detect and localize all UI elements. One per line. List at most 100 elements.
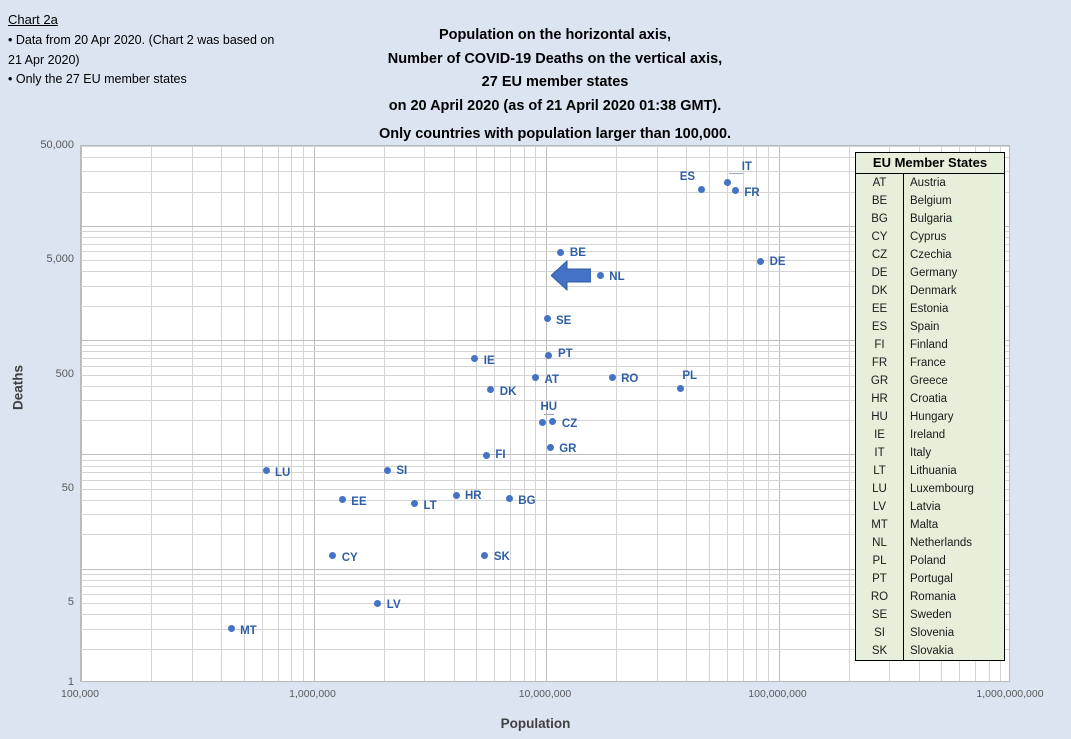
legend-table: EU Member States AT Austria BE Belgium BG Bul… bbox=[855, 152, 1005, 661]
legend-code: FR bbox=[856, 354, 904, 372]
legend-country-name: Netherlands bbox=[910, 537, 973, 549]
legend-code: ES bbox=[856, 318, 904, 336]
data-point-si[interactable] bbox=[383, 467, 391, 475]
legend-row: SI Slovenia bbox=[856, 624, 1004, 642]
legend-row: PL Poland bbox=[856, 552, 1004, 570]
data-point-pt[interactable] bbox=[544, 351, 552, 359]
legend-code: SE bbox=[856, 606, 904, 624]
data-point-pl[interactable] bbox=[676, 384, 684, 392]
data-point-fi[interactable] bbox=[482, 451, 490, 459]
data-point-gr[interactable] bbox=[546, 443, 554, 451]
legend-country-name: Austria bbox=[910, 177, 946, 189]
y-tick-label: 1 bbox=[67, 676, 74, 688]
data-point-ee[interactable] bbox=[338, 496, 346, 504]
legend-row: SE Sweden bbox=[856, 606, 1004, 624]
data-label-se: SE bbox=[556, 314, 572, 327]
legend-row: FI Finland bbox=[856, 336, 1004, 354]
data-point-lu[interactable] bbox=[262, 467, 270, 475]
legend-country-name: Finland bbox=[910, 339, 948, 351]
data-label-pt: PT bbox=[558, 348, 573, 361]
legend-country-name: Luxembourg bbox=[910, 483, 974, 495]
legend-code: AT bbox=[856, 174, 904, 192]
data-point-ie[interactable] bbox=[471, 355, 479, 363]
data-label-it: IT bbox=[741, 161, 752, 174]
data-point-bg[interactable] bbox=[505, 495, 513, 503]
data-point-lv[interactable] bbox=[374, 599, 382, 607]
legend-code: HU bbox=[856, 408, 904, 426]
data-label-fr: FR bbox=[744, 186, 760, 199]
data-point-de[interactable] bbox=[757, 258, 765, 266]
legend-country-name: Slovenia bbox=[910, 627, 955, 639]
legend-country-name: Hungary bbox=[910, 411, 954, 423]
data-point-at[interactable] bbox=[532, 374, 539, 382]
data-label-gr: GR bbox=[559, 443, 577, 456]
legend-country-name: France bbox=[910, 357, 946, 369]
x-tick-label: 1,000,000,000 bbox=[976, 688, 1044, 700]
legend-country-name: Cyprus bbox=[910, 231, 947, 243]
data-point-be[interactable] bbox=[557, 249, 565, 257]
legend-code: PT bbox=[856, 570, 904, 588]
data-point-se[interactable] bbox=[543, 315, 551, 323]
legend-header: EU Member States bbox=[856, 153, 1004, 174]
data-point-cy[interactable] bbox=[329, 552, 337, 560]
legend-code: NL bbox=[856, 534, 904, 552]
legend-row: EE Estonia bbox=[856, 300, 1004, 318]
legend-row: LU Luxembourg bbox=[856, 480, 1004, 498]
legend-code: MT bbox=[856, 516, 904, 534]
legend-code: CZ bbox=[856, 246, 904, 264]
legend-code: RO bbox=[856, 588, 904, 606]
data-point-hr[interactable] bbox=[452, 491, 460, 499]
legend-code: GR bbox=[856, 372, 904, 390]
data-label-be: BE bbox=[569, 246, 586, 259]
legend-code: CY bbox=[856, 228, 904, 246]
legend-code: HR bbox=[856, 390, 904, 408]
data-label-dk: DK bbox=[499, 385, 517, 398]
data-label-fi: FI bbox=[495, 449, 506, 462]
data-point-nl[interactable] bbox=[596, 271, 604, 279]
legend-row: HU Hungary bbox=[856, 408, 1004, 426]
data-label-lt: LT bbox=[423, 499, 437, 512]
legend-row: BE Belgium bbox=[856, 192, 1004, 210]
data-label-mt: MT bbox=[240, 624, 257, 637]
legend-code: LT bbox=[856, 462, 904, 480]
legend-row: NL Netherlands bbox=[856, 534, 1004, 552]
label-leader-line bbox=[543, 413, 554, 415]
data-point-fr[interactable] bbox=[731, 187, 739, 195]
legend-country-name: Belgium bbox=[910, 195, 952, 207]
legend-row: AT Austria bbox=[856, 174, 1004, 192]
legend-code: FI bbox=[856, 336, 904, 354]
data-label-bg: BG bbox=[518, 494, 536, 507]
x-tick-label: 1,000,000 bbox=[289, 688, 336, 700]
legend-code: IT bbox=[856, 444, 904, 462]
legend-row: DK Denmark bbox=[856, 282, 1004, 300]
legend-country-name: Bulgaria bbox=[910, 213, 953, 225]
legend-code: DK bbox=[856, 282, 904, 300]
legend-code: DE bbox=[856, 264, 904, 282]
data-label-hu: HU bbox=[540, 400, 558, 413]
data-point-lt[interactable] bbox=[411, 500, 418, 508]
data-point-hu[interactable] bbox=[539, 419, 546, 427]
legend-code: PL bbox=[856, 552, 904, 570]
legend-row: FR France bbox=[856, 354, 1004, 372]
data-label-ee: EE bbox=[351, 495, 367, 508]
data-point-ro[interactable] bbox=[608, 374, 616, 382]
legend-row: SK Slovakia bbox=[856, 642, 1004, 660]
legend-row: BG Bulgaria bbox=[856, 210, 1004, 228]
legend-row: MT Malta bbox=[856, 516, 1004, 534]
data-label-ie: IE bbox=[483, 354, 495, 367]
data-point-it[interactable] bbox=[724, 178, 732, 186]
data-point-mt[interactable] bbox=[227, 625, 235, 632]
data-point-sk[interactable] bbox=[481, 552, 489, 560]
data-label-cy: CY bbox=[341, 551, 358, 564]
data-point-cz[interactable] bbox=[549, 418, 557, 425]
legend-code: BG bbox=[856, 210, 904, 228]
legend-code: SI bbox=[856, 624, 904, 642]
legend-country-name: Italy bbox=[910, 447, 932, 459]
data-point-dk[interactable] bbox=[487, 386, 495, 393]
legend-row: CY Cyprus bbox=[856, 228, 1004, 246]
x-tick-label: 100,000,000 bbox=[748, 688, 807, 700]
data-label-es: ES bbox=[679, 171, 696, 184]
data-label-de: DE bbox=[769, 255, 786, 268]
left-arrow-annotation-icon bbox=[551, 259, 591, 292]
legend-country-name: Lithuania bbox=[910, 465, 957, 477]
